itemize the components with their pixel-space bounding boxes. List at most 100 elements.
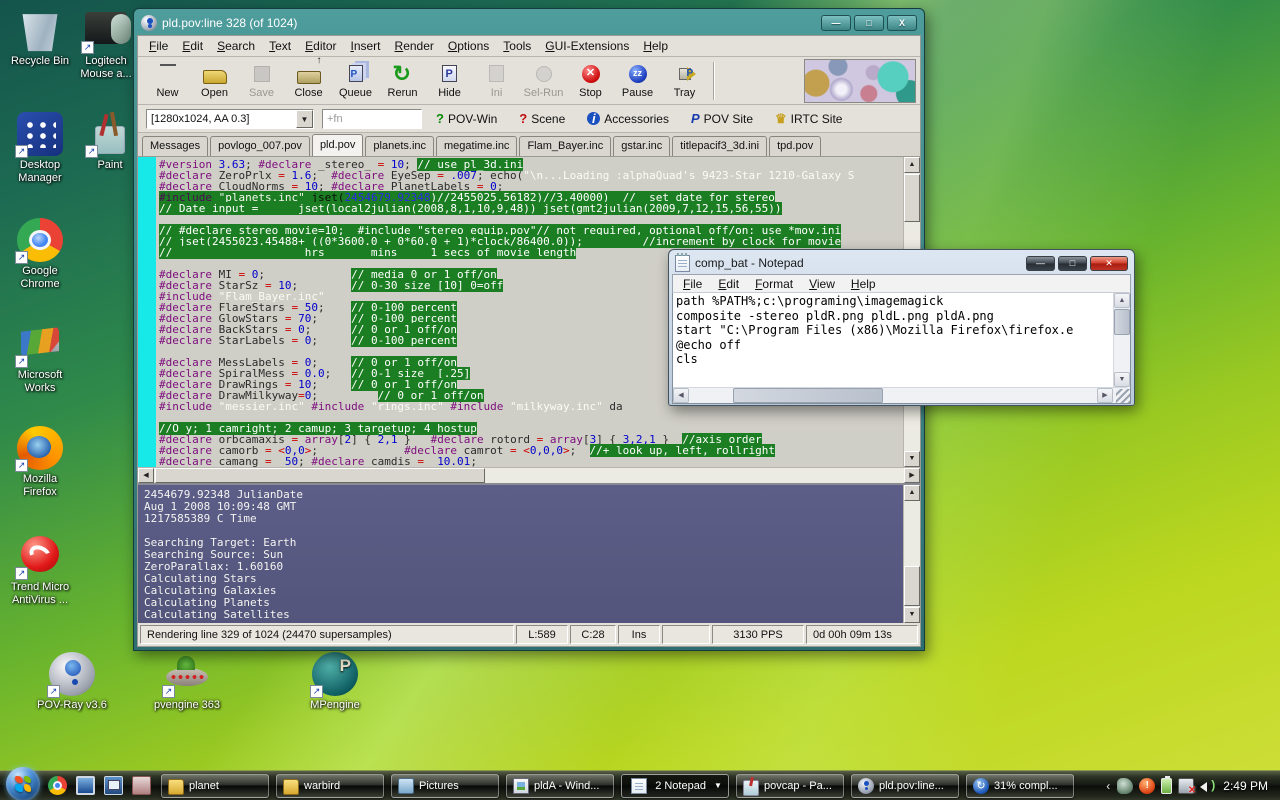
tray-battery-icon[interactable]	[1161, 778, 1172, 794]
command-line-input[interactable]	[322, 109, 422, 129]
menu-edit[interactable]: Edit	[175, 37, 210, 55]
scroll-left-icon[interactable]: ◀	[673, 388, 689, 403]
menu-editor[interactable]: Editor	[298, 37, 343, 55]
tray-expand-icon[interactable]: ‹	[1106, 779, 1110, 793]
menu-edit[interactable]: Edit	[710, 276, 747, 292]
messages-vscroll-thumb[interactable]	[904, 566, 920, 606]
pov-site-link[interactable]: PPOV Site	[685, 111, 759, 126]
new-button[interactable]: New	[144, 59, 191, 103]
accessories-link[interactable]: iAccessories	[581, 112, 675, 126]
hide-button[interactable]: Hide	[426, 59, 473, 103]
tab-messages[interactable]: Messages	[142, 136, 208, 156]
scroll-up-icon[interactable]: ▲	[904, 157, 920, 173]
desktop-icon-desktop-manager[interactable]: ↗Desktop Manager	[0, 112, 80, 185]
scroll-up-icon[interactable]: ▲	[904, 485, 920, 501]
menu-options[interactable]: Options	[441, 37, 496, 55]
desktop-icon-trend-micro[interactable]: ↗Trend Micro AntiVirus ...	[0, 534, 80, 607]
irtc-site-icon: ♛	[775, 111, 787, 127]
rerun-button[interactable]: Rerun	[379, 59, 426, 103]
maximize-button[interactable]: □	[854, 15, 884, 31]
irtc-site-link[interactable]: ♛IRTC Site	[769, 111, 848, 127]
taskbar-button-povray-render[interactable]: pld.pov:line...	[851, 774, 959, 798]
scroll-up-icon[interactable]: ▲	[1114, 293, 1130, 308]
tab-pld-pov[interactable]: pld.pov	[312, 134, 363, 156]
tray-button[interactable]: Tray	[661, 59, 708, 103]
menu-help[interactable]: Help	[843, 276, 884, 292]
menu-view[interactable]: View	[801, 276, 843, 292]
scroll-down-icon[interactable]: ▼	[904, 451, 920, 467]
menu-text[interactable]: Text	[262, 37, 298, 55]
tab-povlogo-007-pov[interactable]: povlogo_007.pov	[210, 136, 310, 156]
show-desktop-quicklaunch-icon[interactable]	[76, 776, 95, 795]
taskbar-button-notepad-group[interactable]: 2 Notepad▼	[621, 774, 729, 798]
menu-gui-extensions[interactable]: GUI-Extensions	[538, 37, 636, 55]
minimize-button[interactable]: —	[821, 15, 851, 31]
tray-app-icon[interactable]	[1117, 778, 1133, 794]
notepad-horizontal-scrollbar[interactable]: ◀ ▶	[673, 387, 1127, 403]
close-button[interactable]: X	[887, 15, 917, 31]
menu-file[interactable]: File	[142, 37, 175, 55]
desktop-icon-google-chrome[interactable]: ↗Google Chrome	[0, 218, 80, 291]
messages-vertical-scrollbar[interactable]: ▲ ▼	[903, 485, 920, 623]
taskbar-clock[interactable]: 2:49 PM	[1223, 779, 1268, 793]
notepad-hscroll-thumb[interactable]	[733, 388, 883, 403]
editor-horizontal-scrollbar[interactable]: ◀ ▶	[138, 467, 920, 483]
menu-render[interactable]: Render	[388, 37, 441, 55]
queue-button[interactable]: Queue	[332, 59, 379, 103]
tab-gstar-inc[interactable]: gstar.inc	[613, 136, 670, 156]
shortcut-arrow-icon: ↗	[85, 145, 98, 158]
notepad-title-bar[interactable]: comp_bat - Notepad — □ ✕	[672, 252, 1131, 274]
scroll-right-icon[interactable]: ▶	[904, 468, 920, 483]
editor-hscroll-thumb[interactable]	[155, 468, 485, 483]
switch-windows-quicklaunch-icon[interactable]	[104, 776, 123, 795]
tab-tpd-pov[interactable]: tpd.pov	[769, 136, 821, 156]
tab-planets-inc[interactable]: planets.inc	[365, 136, 434, 156]
povray-title-bar[interactable]: pld.pov:line 328 (of 1024) — □ X	[137, 11, 921, 35]
menu-insert[interactable]: Insert	[343, 37, 387, 55]
tray-network-icon[interactable]	[1178, 778, 1194, 794]
tab-titlepacif3-3d-ini[interactable]: titlepacif3_3d.ini	[672, 136, 767, 156]
tab-megatime-inc[interactable]: megatime.inc	[436, 136, 517, 156]
menu-tools[interactable]: Tools	[496, 37, 538, 55]
chevron-down-icon[interactable]: ▼	[296, 110, 313, 128]
scroll-down-icon[interactable]: ▼	[904, 607, 920, 623]
taskbar-button-planet[interactable]: planet	[161, 774, 269, 798]
editor-vscroll-thumb[interactable]	[904, 174, 920, 222]
taskbar-button-warbird[interactable]: warbird	[276, 774, 384, 798]
scroll-right-icon[interactable]: ▶	[1097, 388, 1113, 403]
close-button[interactable]: ✕	[1090, 256, 1128, 271]
stop-button[interactable]: ✕Stop	[567, 59, 614, 103]
scroll-left-icon[interactable]: ◀	[138, 468, 154, 483]
menu-help[interactable]: Help	[636, 37, 675, 55]
start-button[interactable]	[6, 767, 40, 800]
desktop-icon-mpengine[interactable]: ↗MPengine	[280, 652, 390, 712]
menu-format[interactable]: Format	[747, 276, 801, 292]
open-button[interactable]: Open	[191, 59, 238, 103]
taskbar-button-sync-progress[interactable]: ↻31% compl...	[966, 774, 1074, 798]
menu-file[interactable]: File	[675, 276, 710, 292]
scene-link[interactable]: ?Scene	[513, 111, 571, 126]
app-quicklaunch-icon[interactable]	[132, 776, 151, 795]
pause-button[interactable]: zzPause	[614, 59, 661, 103]
tray-alert-icon[interactable]: !	[1139, 778, 1155, 794]
tray-volume-icon[interactable]	[1200, 778, 1216, 794]
scroll-down-icon[interactable]: ▼	[1114, 372, 1130, 387]
render-preset-combobox[interactable]: [1280x1024, AA 0.3] ▼	[146, 109, 314, 129]
desktop-icon-microsoft-works[interactable]: ↗Microsoft Works	[0, 322, 80, 395]
tab-flam-bayer-inc[interactable]: Flam_Bayer.inc	[519, 136, 611, 156]
pov-win-link[interactable]: ?POV-Win	[430, 111, 503, 126]
close-button[interactable]: Close	[285, 59, 332, 103]
desktop-icon-mozilla-firefox[interactable]: ↗Mozilla Firefox	[0, 426, 80, 499]
minimize-button[interactable]: —	[1026, 256, 1055, 271]
menu-search[interactable]: Search	[210, 37, 262, 55]
desktop-icon-pvengine[interactable]: ↗pvengine 363	[132, 652, 242, 712]
notepad-vscroll-thumb[interactable]	[1114, 309, 1130, 335]
taskbar-button-povcap-paint[interactable]: povcap - Pa...	[736, 774, 844, 798]
taskbar-button-plda-viewer[interactable]: pldA - Wind...	[506, 774, 614, 798]
chrome-quicklaunch-icon[interactable]	[48, 776, 67, 795]
resize-grip[interactable]	[1116, 389, 1130, 403]
taskbar-button-pictures[interactable]: Pictures	[391, 774, 499, 798]
desktop-icon-povray[interactable]: ↗POV-Ray v3.6	[17, 652, 127, 712]
povray-menu-bar: FileEditSearchTextEditorInsertRenderOpti…	[138, 36, 920, 57]
maximize-button[interactable]: □	[1058, 256, 1087, 271]
